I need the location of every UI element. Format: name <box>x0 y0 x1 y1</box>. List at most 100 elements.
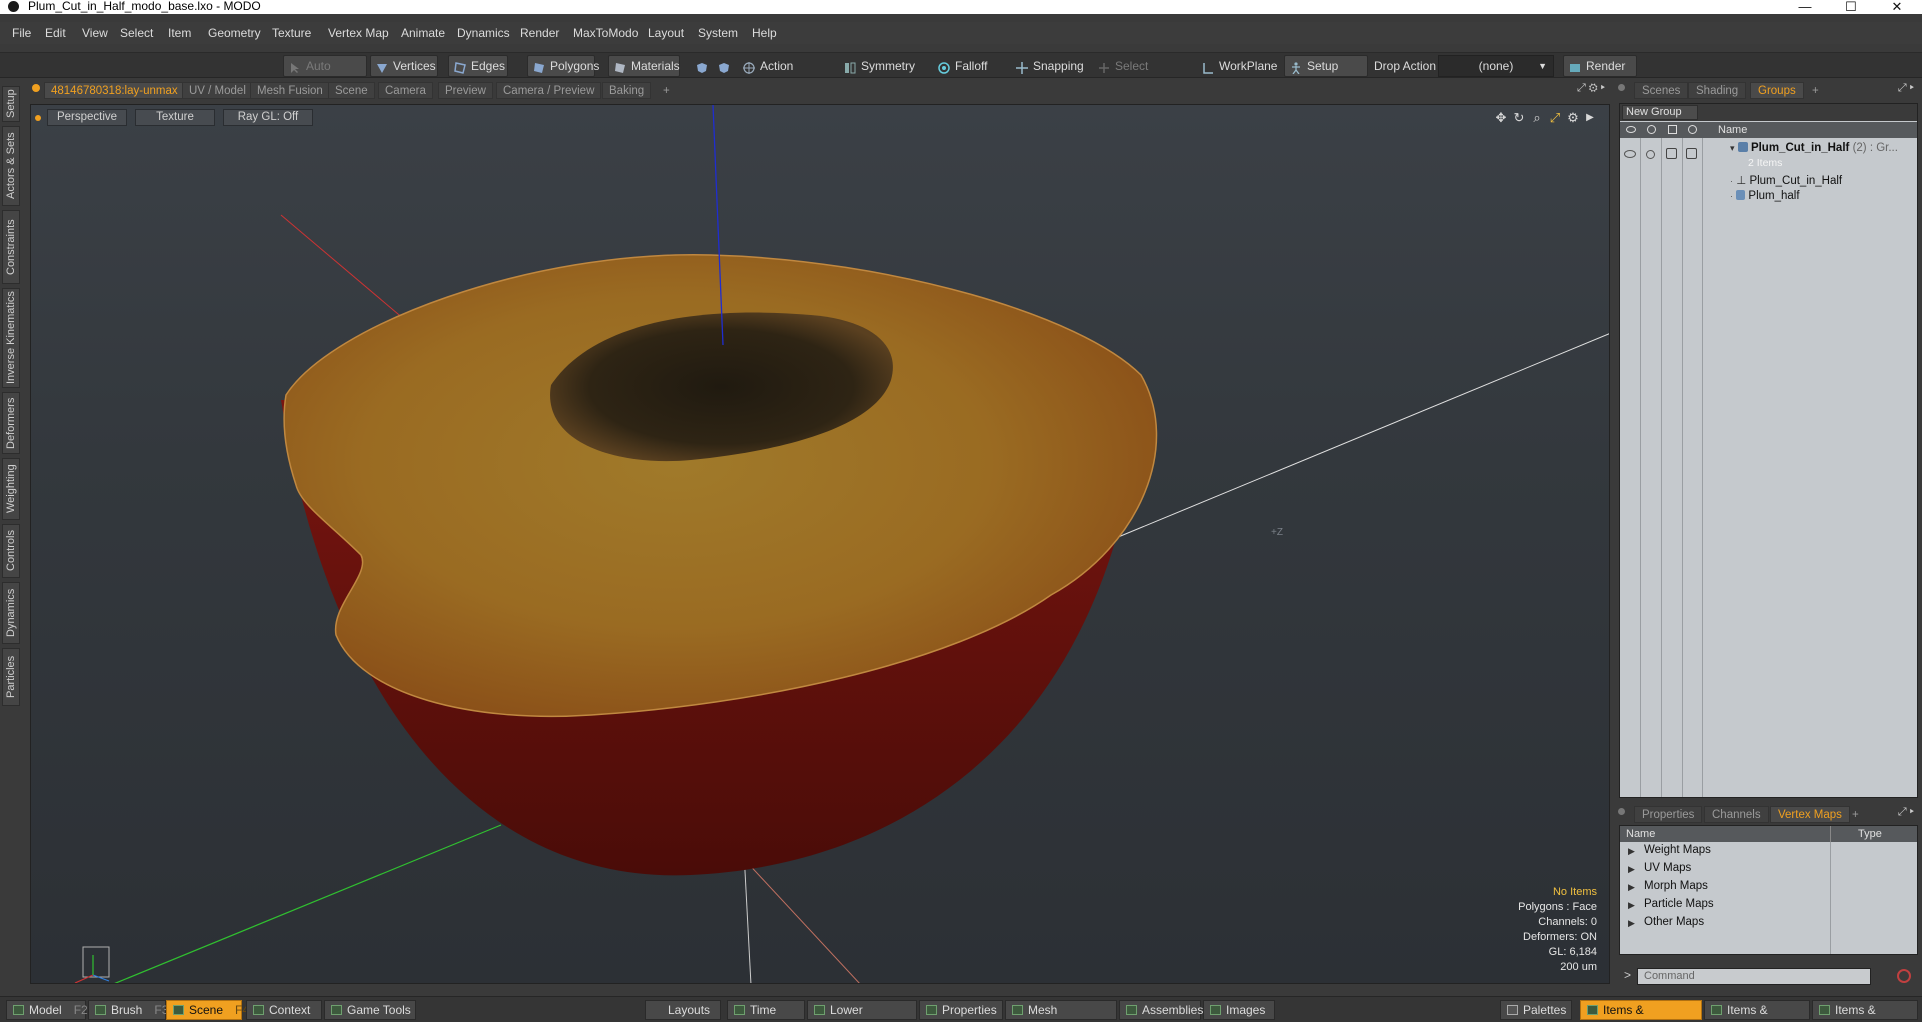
expand-arrow-icon[interactable]: ▶ <box>1628 900 1635 911</box>
menu-texture[interactable]: Texture <box>272 26 311 40</box>
lower-panel-menu-dot[interactable] <box>1618 808 1625 815</box>
drop-action-dropdown[interactable]: (none) ▼ <box>1438 55 1554 77</box>
tab-controls[interactable]: Controls <box>2 524 20 578</box>
fit-view-icon[interactable]: ⤢ <box>1548 111 1562 125</box>
menu-animate[interactable]: Animate <box>401 26 445 40</box>
menu-system[interactable]: System <box>698 26 738 40</box>
vmap-item[interactable]: Morph Maps <box>1644 880 1708 892</box>
menu-view[interactable]: View <box>82 26 108 40</box>
viewport-menu-dot[interactable] <box>35 115 41 121</box>
add-tab-button[interactable]: + <box>656 82 677 99</box>
vmap-item[interactable]: Particle Maps <box>1644 898 1714 910</box>
layout-context-button[interactable]: Context <box>246 1000 322 1020</box>
symmetry-button[interactable]: Symmetry <box>838 55 918 77</box>
expand-arrow-icon[interactable]: ▶ <box>1628 864 1635 875</box>
select-checkbox[interactable] <box>1686 148 1697 159</box>
edges-button[interactable]: Edges <box>448 55 508 77</box>
command-input[interactable]: Command <box>1637 968 1871 985</box>
assemblies-button[interactable]: Assemblies <box>1119 1000 1203 1020</box>
tab-inverse-kinematics[interactable]: Inverse Kinematics <box>2 288 20 388</box>
tab-shading[interactable]: Shading <box>1688 82 1747 99</box>
action-center-button[interactable]: Action Center <box>737 55 833 93</box>
view-mode-dropdown[interactable]: Perspective <box>47 109 127 126</box>
panel-expand-icon[interactable]: ⤢ ▸ <box>1898 82 1914 95</box>
tab-properties[interactable]: Properties <box>1634 806 1703 823</box>
raygl-toggle[interactable]: Ray GL: Off <box>223 109 313 126</box>
render-toggle-icon[interactable] <box>1646 150 1655 159</box>
tab-viewport-layout[interactable]: 48146780318:lay-unmax <box>44 82 185 99</box>
tab-constraints[interactable]: Constraints <box>2 210 20 284</box>
3d-viewport[interactable]: +Z Perspective Texture Ray GL: Off ✥ ↻ ⌕… <box>30 104 1610 984</box>
vmap-item[interactable]: Other Maps <box>1644 916 1704 928</box>
layouts-button[interactable]: Layouts <box>645 1000 721 1020</box>
properties-button[interactable]: Properties <box>919 1000 1003 1020</box>
tab-preview[interactable]: Preview <box>438 82 493 99</box>
maximize-button[interactable]: ☐ <box>1828 0 1874 14</box>
palettes-button[interactable]: Palettes <box>1500 1000 1572 1020</box>
vertices-button[interactable]: Vertices <box>370 55 438 77</box>
menu-select[interactable]: Select <box>120 26 153 40</box>
snapping-button[interactable]: Snapping <box>1010 55 1088 77</box>
shading-dropdown[interactable]: Texture <box>135 109 215 126</box>
items-properties-button[interactable]: Items & Properties <box>1580 1000 1702 1022</box>
pan-icon[interactable]: ✥ <box>1494 111 1508 125</box>
materials-button[interactable]: Materials <box>608 55 680 77</box>
select-mode-b-button[interactable] <box>712 55 732 77</box>
rotate-icon[interactable]: ↻ <box>1512 111 1526 125</box>
tab-particles[interactable]: Particles <box>2 648 20 706</box>
lower-panel-expand-icon[interactable]: ⤢ ▸ <box>1898 806 1914 819</box>
tab-vertex-maps[interactable]: Vertex Maps <box>1770 806 1850 823</box>
viewport-settings-icon[interactable]: ⚙ <box>1566 111 1580 125</box>
menu-edit[interactable]: Edit <box>45 26 66 40</box>
menu-render[interactable]: Render <box>520 26 559 40</box>
tab-camera[interactable]: Camera <box>378 82 433 99</box>
mesh-operations-button[interactable]: Mesh Operations <box>1005 1000 1117 1022</box>
vmap-item[interactable]: Weight Maps <box>1644 844 1711 856</box>
minimize-button[interactable]: — <box>1782 0 1828 14</box>
vmap-item[interactable]: UV Maps <box>1644 862 1691 874</box>
vmap-name-header[interactable]: Name <box>1626 826 1655 842</box>
record-icon[interactable] <box>1897 969 1911 983</box>
vmap-type-header[interactable]: Type <box>1858 826 1882 842</box>
tab-mesh-fusion[interactable]: Mesh Fusion <box>250 82 330 99</box>
menu-file[interactable]: File <box>12 26 31 40</box>
expand-arrow-icon[interactable]: ▶ <box>1628 918 1635 929</box>
name-column-header[interactable]: Name <box>1718 122 1747 138</box>
expand-arrow-icon[interactable]: ▶ <box>1628 846 1635 857</box>
images-button[interactable]: Images <box>1203 1000 1275 1020</box>
viewport-expand-icon[interactable]: ▶ <box>1583 111 1597 125</box>
menu-help[interactable]: Help <box>752 26 777 40</box>
lower-viewports-button[interactable]: Lower Viewports <box>807 1000 917 1022</box>
group-child-row[interactable]: · Plum_half <box>1730 190 1800 202</box>
items-shading-button[interactable]: Items & Shading <box>1812 1000 1918 1022</box>
menu-layout[interactable]: Layout <box>648 26 684 40</box>
add-panel-tab-button[interactable]: + <box>1804 82 1827 99</box>
tab-actors-sets[interactable]: Actors & Sets <box>2 126 20 206</box>
setup-mode-button[interactable]: Setup Mode <box>1284 55 1368 93</box>
layout-brush-button[interactable]: Brush F3 <box>88 1000 168 1020</box>
menu-geometry[interactable]: Geometry <box>208 26 261 40</box>
group-expand-icon[interactable]: ▾ <box>1730 143 1735 153</box>
tab-dynamics[interactable]: Dynamics <box>2 582 20 644</box>
items-groups-button[interactable]: Items & Groups <box>1704 1000 1810 1022</box>
menu-dynamics[interactable]: Dynamics <box>457 26 510 40</box>
viewport-options-icon[interactable]: ⤢ ⚙ ▸ <box>1577 82 1605 95</box>
group-child-row[interactable]: · ⊥ Plum_Cut_in_Half <box>1730 173 1842 187</box>
tab-deformers[interactable]: Deformers <box>2 392 20 454</box>
eye-icon[interactable] <box>1624 150 1636 158</box>
workplane-button[interactable]: WorkPlane <box>1196 55 1277 77</box>
tab-weighting[interactable]: Weighting <box>2 458 20 520</box>
panel-menu-dot[interactable] <box>1618 84 1625 91</box>
tab-scene[interactable]: Scene <box>328 82 375 99</box>
group-row[interactable]: ▾ Plum_Cut_in_Half (2) : Gr... <box>1730 142 1898 154</box>
tab-scenes[interactable]: Scenes <box>1634 82 1689 99</box>
tab-baking[interactable]: Baking <box>602 82 652 99</box>
falloff-button[interactable]: Falloff <box>932 55 998 77</box>
render-button[interactable]: Render F9 <box>1563 55 1637 93</box>
close-button[interactable]: ✕ <box>1874 0 1920 14</box>
add-lower-tab-button[interactable]: + <box>1844 806 1867 823</box>
layout-scene-button[interactable]: Scene F4 <box>166 1000 249 1020</box>
select-mode-a-button[interactable] <box>690 55 710 77</box>
tab-camera-preview[interactable]: Camera / Preview <box>496 82 602 99</box>
menu-maxtomodo[interactable]: MaxToModo <box>573 26 638 40</box>
